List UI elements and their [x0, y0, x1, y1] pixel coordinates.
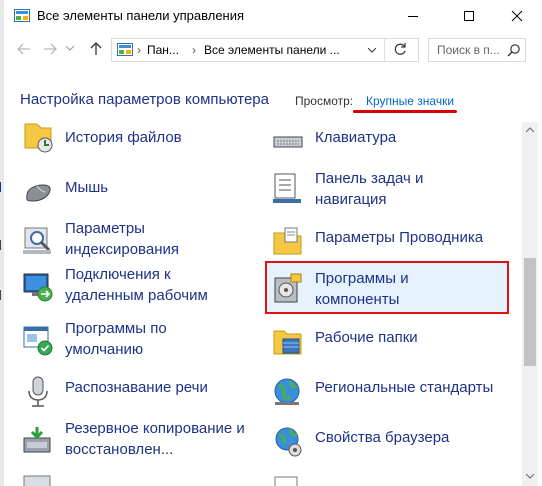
item-indexing-options[interactable]: Параметры индексирования — [21, 218, 256, 268]
back-button[interactable] — [14, 39, 34, 59]
view-by-label: Просмотр: — [295, 94, 354, 108]
breadcrumb-item[interactable]: Все элементы панели ... — [204, 43, 340, 57]
address-bar[interactable]: › Пан... › Все элементы панели ... — [111, 38, 419, 62]
region-globe-icon — [274, 378, 300, 405]
item-mouse[interactable]: Мышь — [21, 172, 256, 222]
item-label: Мышь — [65, 179, 109, 196]
chevron-down-icon — [66, 46, 74, 51]
explorer-options-icon — [273, 227, 302, 255]
window-title: Все элементы панели управления — [37, 8, 245, 23]
microphone-icon — [28, 376, 48, 407]
item-internet-options[interactable]: Свойства браузера — [271, 422, 511, 472]
close-button[interactable] — [494, 0, 540, 32]
annotation-underline — [353, 110, 457, 113]
item-backup-restore[interactable]: Резервное копирование и восстановлен... — [21, 418, 256, 468]
item-label: Рабочие папки — [315, 329, 418, 346]
chevron-down-icon — [367, 47, 377, 53]
control-panel-window: Все элементы панели управления › Пан... … — [4, 0, 542, 486]
item-label: История файлов — [65, 129, 182, 146]
breadcrumb-item[interactable]: Пан... — [147, 43, 179, 57]
minimize-button[interactable] — [390, 0, 436, 32]
arrow-up-icon — [90, 42, 102, 55]
search-input[interactable]: Поиск в п... — [428, 38, 526, 62]
internet-options-icon — [275, 427, 302, 457]
minimize-icon — [408, 16, 418, 17]
item-label-text: Панель задач и навигация — [315, 170, 424, 208]
file-history-icon — [24, 123, 53, 153]
item-region[interactable]: Региональные стандарты — [271, 372, 511, 422]
control-panel-icon — [117, 43, 133, 56]
item-label: Распознавание речи — [65, 379, 208, 396]
item-label: Подключения к удаленным рабочим — [65, 264, 208, 306]
breadcrumb-separator: › — [137, 43, 141, 57]
page-title: Настройка параметров компьютера — [20, 91, 269, 108]
taskbar-icon — [273, 173, 301, 203]
item-work-folders[interactable]: Рабочие папки — [271, 322, 511, 372]
scroll-down-button[interactable] — [522, 468, 538, 484]
control-panel-icon — [14, 9, 30, 22]
item-label: Региональные стандарты — [315, 379, 494, 396]
item-explorer-options[interactable]: Параметры Проводника — [271, 222, 511, 272]
arrow-right-icon — [44, 43, 57, 55]
next-item-icon — [274, 476, 298, 486]
default-programs-icon — [23, 326, 53, 356]
maximize-icon — [464, 11, 474, 21]
item-label: Параметры индексирования — [65, 218, 179, 260]
item-remote-desktop[interactable]: Подключения к удаленным рабочим — [21, 264, 256, 314]
item-keyboard[interactable]: Клавиатура — [271, 122, 511, 172]
work-folders-icon — [273, 330, 302, 355]
item-label: Программы и компоненты — [315, 268, 409, 310]
item-label-text: Резервное копирование и восстановлен... — [65, 420, 245, 458]
programs-features-icon — [274, 273, 302, 303]
search-icon[interactable] — [507, 43, 521, 57]
item-label: Параметры Проводника — [315, 229, 484, 246]
refresh-icon — [394, 43, 406, 55]
item-label: Клавиатура — [315, 129, 397, 146]
remote-desktop-icon — [23, 273, 53, 302]
close-icon — [511, 10, 523, 22]
scroll-up-button[interactable] — [522, 122, 538, 138]
breadcrumb-separator: › — [192, 43, 196, 57]
scrollbar-thumb[interactable] — [524, 258, 536, 366]
mouse-icon — [26, 184, 51, 202]
item-label: Программы по умолчанию — [65, 318, 167, 360]
backup-restore-icon — [23, 427, 51, 453]
item-label: Панель задач и навигация — [315, 168, 423, 210]
maximize-button[interactable] — [446, 0, 492, 32]
item-speech-recognition[interactable]: Распознавание речи — [21, 372, 256, 422]
item-label: Свойства браузера — [315, 429, 450, 446]
item-label: Резервное копирование и восстановлен... — [65, 418, 245, 460]
item-programs-features[interactable]: Программы и компоненты — [271, 268, 511, 318]
item-label-text: Подключения к удаленным рабочим — [65, 266, 208, 304]
divider — [384, 39, 385, 61]
refresh-button[interactable] — [393, 42, 407, 59]
address-dropdown-button[interactable] — [367, 43, 377, 57]
title-bar[interactable]: Все элементы панели управления — [4, 0, 542, 32]
item-label-text: Параметры индексирования — [65, 220, 179, 258]
indexing-options-icon — [23, 227, 51, 254]
item-label-text: Программы и компоненты — [315, 270, 409, 308]
item-label-text: Программы по умолчанию — [65, 320, 167, 358]
item-default-programs[interactable]: Программы по умолчанию — [21, 318, 256, 368]
recent-locations-button[interactable] — [64, 39, 76, 59]
item-file-history[interactable]: История файлов — [21, 122, 256, 172]
keyboard-icon — [273, 136, 303, 148]
next-item-icon — [23, 475, 51, 486]
arrow-left-icon — [17, 43, 30, 55]
chevron-up-icon — [526, 127, 534, 133]
navigation-bar: › Пан... › Все элементы панели ... Поиск… — [4, 32, 542, 66]
chevron-down-icon — [526, 473, 534, 479]
item-taskbar-navigation[interactable]: Панель задач и навигация — [271, 168, 511, 218]
search-placeholder: Поиск в п... — [437, 43, 500, 57]
view-by-dropdown[interactable]: Крупные значки — [366, 94, 454, 108]
forward-button[interactable] — [40, 39, 60, 59]
up-button[interactable] — [86, 39, 106, 59]
page-header: Настройка параметров компьютера Просмотр… — [4, 66, 542, 122]
